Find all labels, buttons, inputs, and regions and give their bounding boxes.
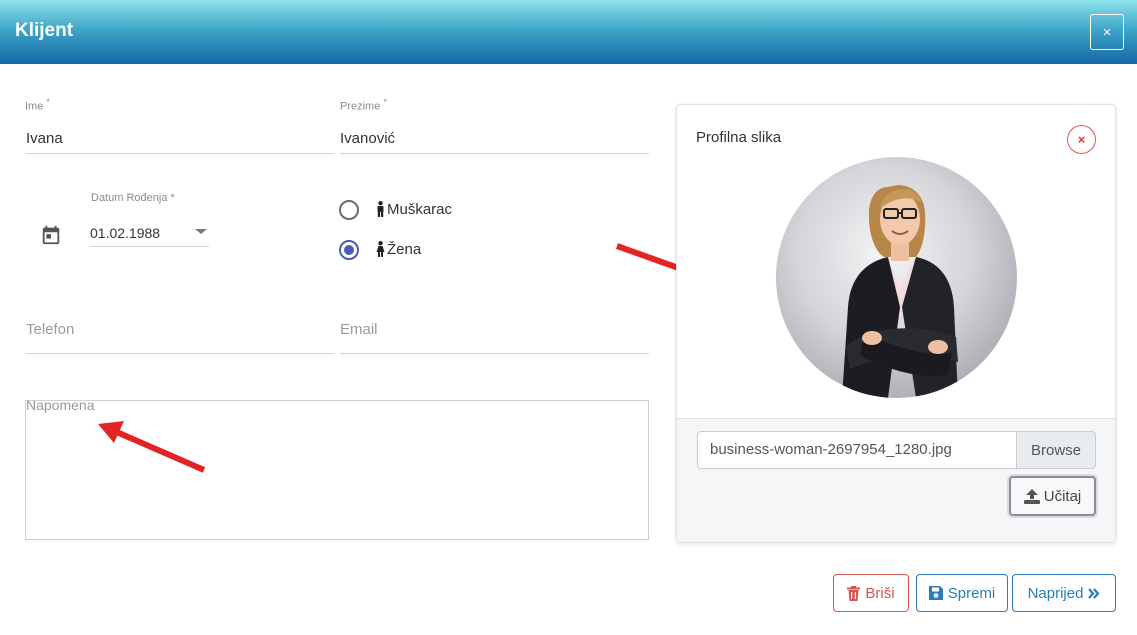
annotation-arrow-note	[98, 421, 206, 473]
birth-date-label-text: Datum Rođenja	[91, 192, 168, 204]
double-chevron-right-icon	[1088, 587, 1100, 599]
required-marker: *	[170, 192, 175, 204]
required-marker: *	[46, 97, 50, 107]
first-name-label: Ime *	[25, 97, 50, 113]
gender-radio-male[interactable]	[339, 200, 359, 220]
next-button-label: Naprijed	[1027, 584, 1084, 602]
last-name-label: Prezime *	[340, 97, 387, 113]
delete-button[interactable]: Briši	[833, 574, 909, 612]
female-icon	[376, 241, 385, 257]
first-name-underline	[25, 153, 335, 154]
modal-header: Klijent ×	[0, 0, 1137, 64]
last-name-underline	[340, 153, 649, 154]
delete-button-label: Briši	[865, 584, 895, 602]
upload-icon	[1023, 488, 1040, 504]
email-underline	[340, 353, 649, 354]
remove-photo-button[interactable]: ×	[1067, 125, 1096, 154]
note-placeholder: Napomena	[26, 397, 95, 413]
profile-photo-card: Profilna slika × business-woman-2697954_…	[676, 104, 1116, 543]
save-icon	[928, 586, 943, 600]
first-name-input[interactable]: Ivana	[26, 130, 63, 147]
birth-date-underline	[89, 246, 209, 247]
modal-title: Klijent	[15, 20, 74, 41]
birth-date-label: Datum Rođenja *	[91, 192, 175, 204]
upload-button[interactable]: Učitaj	[1009, 476, 1096, 516]
profile-photo	[776, 157, 1017, 398]
required-marker: *	[383, 97, 387, 107]
gender-radio-female[interactable]	[339, 240, 359, 260]
chevron-down-icon[interactable]	[194, 228, 208, 236]
gender-label-male: Muškarac	[387, 201, 453, 218]
male-icon	[377, 201, 384, 217]
profile-photo-title: Profilna slika	[696, 129, 782, 146]
upload-button-label: Učitaj	[1043, 487, 1082, 505]
calendar-icon[interactable]	[40, 224, 62, 246]
next-button[interactable]: Naprijed	[1012, 574, 1116, 612]
phone-underline	[25, 353, 335, 354]
last-name-input[interactable]: Ivanović	[340, 130, 395, 147]
browse-button[interactable]: Browse	[1016, 431, 1096, 469]
business-woman-illustration	[842, 185, 958, 398]
email-input[interactable]: Email	[340, 321, 378, 338]
phone-input[interactable]: Telefon	[26, 321, 74, 338]
last-name-label-text: Prezime	[340, 100, 381, 113]
modal-close-button[interactable]: ×	[1090, 14, 1124, 50]
trash-icon	[847, 585, 861, 601]
gender-label-female: Žena	[387, 241, 422, 258]
file-name-input[interactable]: business-woman-2697954_1280.jpg	[697, 431, 1017, 469]
upload-section: business-woman-2697954_1280.jpg Browse U…	[677, 418, 1115, 542]
first-name-label-text: Ime	[25, 100, 44, 113]
birth-date-input[interactable]: 01.02.1988	[90, 225, 160, 241]
save-button-label: Spremi	[947, 584, 996, 602]
client-modal: Klijent × Ime * Ivana Prezime * Ivanović…	[0, 0, 1137, 635]
save-button[interactable]: Spremi	[916, 574, 1008, 612]
